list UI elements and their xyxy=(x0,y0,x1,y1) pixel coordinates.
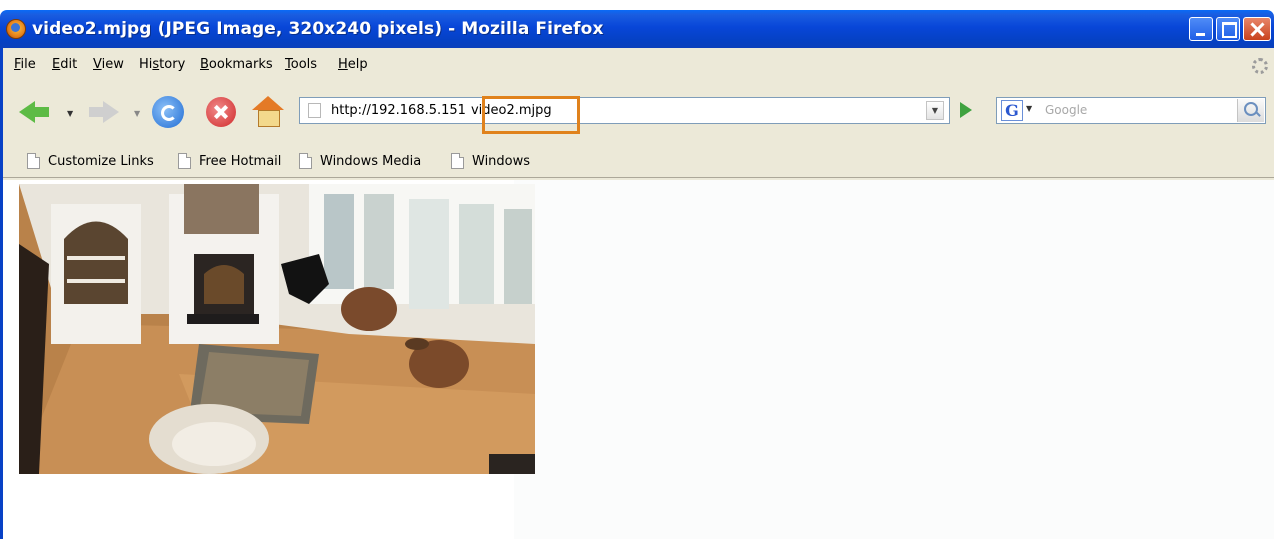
page-icon xyxy=(451,153,464,169)
forward-arrow-icon[interactable] xyxy=(89,101,125,123)
browser-chrome: File Edit View History Bookmarks Tools H… xyxy=(0,48,1274,180)
maximize-button[interactable] xyxy=(1216,17,1240,41)
forward-history-dropdown[interactable]: ▼ xyxy=(134,109,140,118)
bookmark-free-hotmail[interactable]: Free Hotmail xyxy=(178,151,281,171)
reload-icon[interactable] xyxy=(152,96,184,128)
toolbar-divider xyxy=(3,177,1274,178)
menu-history[interactable]: History xyxy=(139,57,185,72)
go-icon[interactable] xyxy=(958,101,974,119)
mjpeg-video-image[interactable] xyxy=(19,184,535,474)
search-bar[interactable]: G ▼ Google xyxy=(996,97,1266,124)
address-history-dropdown[interactable]: ▼ xyxy=(926,101,944,120)
page-favicon-icon xyxy=(308,103,321,118)
minimize-button[interactable] xyxy=(1189,17,1213,41)
throbber-icon xyxy=(1252,58,1268,74)
menu-tools[interactable]: Tools xyxy=(285,57,317,72)
close-button[interactable] xyxy=(1243,17,1271,41)
menu-bar: File Edit View History Bookmarks Tools H… xyxy=(3,52,1274,78)
menu-file[interactable]: File xyxy=(14,57,36,72)
window-title: video2.mjpg (JPEG Image, 320x240 pixels)… xyxy=(32,19,604,39)
bookmark-windows-media[interactable]: Windows Media xyxy=(299,151,421,171)
bookmark-windows[interactable]: Windows xyxy=(451,151,530,171)
url-path-highlight-box xyxy=(482,96,580,134)
magnifier-icon[interactable] xyxy=(1237,99,1264,122)
title-bar[interactable]: video2.mjpg (JPEG Image, 320x240 pixels)… xyxy=(0,10,1274,48)
search-engine-google-icon[interactable]: G xyxy=(1001,100,1023,121)
menu-bookmarks[interactable]: Bookmarks xyxy=(200,57,273,72)
page-icon xyxy=(299,153,312,169)
search-engine-dropdown[interactable]: ▼ xyxy=(1026,104,1032,113)
menu-help[interactable]: Help xyxy=(338,57,368,72)
stop-icon[interactable] xyxy=(206,97,236,127)
back-arrow-icon[interactable] xyxy=(19,101,55,123)
menu-view[interactable]: View xyxy=(93,57,124,72)
page-background xyxy=(514,180,1274,539)
bookmark-customize-links[interactable]: Customize Links xyxy=(27,151,154,171)
bookmarks-toolbar: Customize Links Free Hotmail Windows Med… xyxy=(3,145,1274,175)
firefox-window: video2.mjpg (JPEG Image, 320x240 pixels)… xyxy=(0,0,1274,539)
navigation-toolbar: ▼ ▼ http://192.168.5.151 video2.mjpg ▼ G … xyxy=(3,86,1274,136)
firefox-logo-icon xyxy=(6,19,26,39)
back-history-dropdown[interactable]: ▼ xyxy=(67,109,73,118)
window-left-border xyxy=(0,180,3,539)
menu-edit[interactable]: Edit xyxy=(52,57,77,72)
search-input[interactable]: Google xyxy=(1045,103,1087,117)
page-icon xyxy=(178,153,191,169)
page-icon xyxy=(27,153,40,169)
home-icon[interactable] xyxy=(252,96,284,127)
address-bar[interactable]: http://192.168.5.151 video2.mjpg ▼ xyxy=(299,97,950,124)
